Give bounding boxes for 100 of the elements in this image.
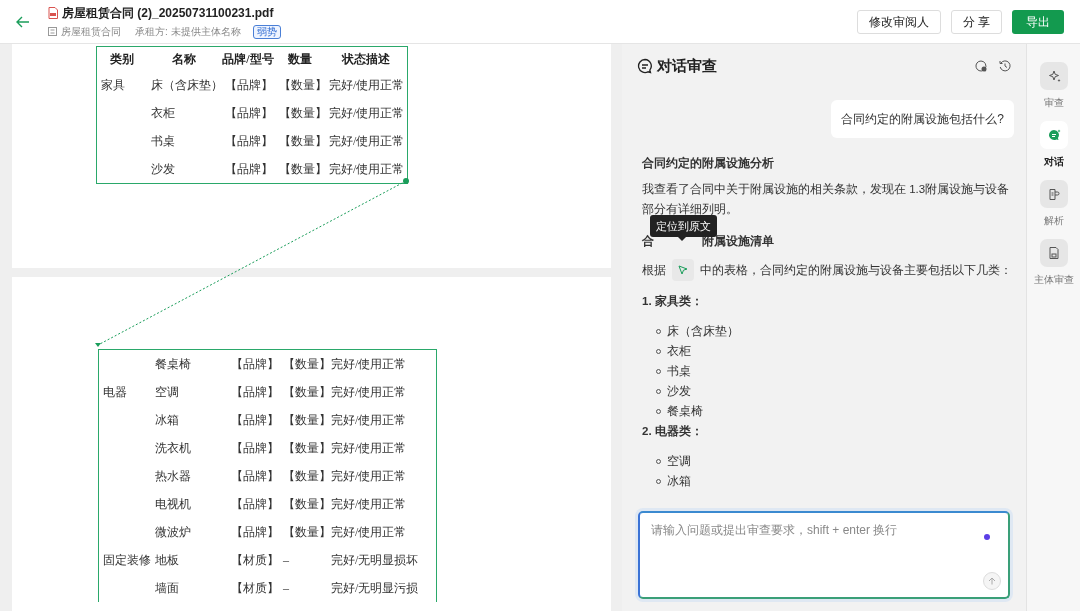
table-cell: 电视机 bbox=[155, 497, 191, 511]
table-cell: 【品牌】 bbox=[225, 106, 273, 120]
table-cell: 完好/无明显污损 bbox=[331, 581, 419, 595]
table-cell: 完好/使用正常 bbox=[331, 357, 407, 371]
rail-tab[interactable]: 主体审查 bbox=[1033, 239, 1074, 287]
table-cell: 【数量】 bbox=[279, 106, 327, 120]
column-header: 名称 bbox=[171, 51, 197, 68]
answer-heading: 合同约定的附属设施分析 bbox=[642, 155, 775, 171]
rail-tab-label: 审查 bbox=[1043, 96, 1064, 110]
table-cell: 冰箱 bbox=[155, 413, 179, 427]
rail-tab-label: 对话 bbox=[1043, 155, 1064, 169]
table-cell: 【数量】 bbox=[279, 134, 327, 148]
answer-text: 根据 bbox=[642, 263, 666, 278]
table-cell: – bbox=[283, 553, 289, 567]
table-cell: 床（含床垫） bbox=[151, 78, 223, 92]
rail-tab-label: 解析 bbox=[1043, 214, 1064, 228]
answer-paragraph: 我查看了合同中关于附属设施的相关条款，发现在 1.3附属设施与设备部分有详细列明。 bbox=[642, 182, 1011, 217]
table-cell: 电器 bbox=[103, 385, 127, 399]
rail-tab[interactable]: 解析 bbox=[1039, 180, 1068, 228]
list-item: 餐桌椅 bbox=[667, 404, 703, 419]
table-cell: 【数量】 bbox=[283, 525, 331, 539]
table-cell: 【品牌】 bbox=[231, 525, 279, 539]
locate-source-button[interactable] bbox=[672, 259, 694, 281]
table-cell: 【品牌】 bbox=[231, 413, 279, 427]
table-cell: 完好/使用正常 bbox=[331, 385, 407, 399]
table-cell: 完好/无明显损坏 bbox=[331, 553, 419, 567]
document-type: 房屋租赁合同 bbox=[61, 25, 121, 39]
table-cell: 墙面 bbox=[155, 581, 179, 595]
table-cell: 完好/使用正常 bbox=[331, 469, 407, 483]
document-title: 房屋租赁合同 (2)_20250731100231.pdf bbox=[62, 5, 274, 22]
table-cell: 【品牌】 bbox=[225, 162, 273, 176]
table-cell: 地板 bbox=[155, 553, 179, 567]
history-icon[interactable] bbox=[999, 60, 1011, 72]
answer-heading: 合 bbox=[642, 234, 654, 249]
table-cell: 【数量】 bbox=[283, 357, 331, 371]
status-badge: 弱势 bbox=[252, 24, 281, 39]
column-header: 状态描述 bbox=[340, 51, 391, 68]
table-cell: 【数量】 bbox=[283, 469, 331, 483]
back-icon[interactable] bbox=[16, 15, 30, 28]
tooltip: 定位到原文 bbox=[650, 215, 717, 237]
table-cell: 家具 bbox=[101, 78, 125, 92]
rail-tab[interactable]: 审查 bbox=[1039, 62, 1068, 110]
table-cell: 完好/使用正常 bbox=[331, 441, 407, 455]
table-cell: 【数量】 bbox=[279, 162, 327, 176]
table-cell: 【数量】 bbox=[283, 441, 331, 455]
answer-text: 中的表格，合同约定的附属设施与设备主要包括以下几类： bbox=[700, 263, 1012, 278]
table-cell: 洗衣机 bbox=[155, 441, 191, 455]
table-cell: 【数量】 bbox=[279, 78, 327, 92]
sparkle-icon bbox=[1046, 69, 1061, 83]
export-button[interactable]: 导出 bbox=[1012, 9, 1064, 34]
column-header: 品牌/型号 bbox=[221, 51, 275, 68]
list-item: 书桌 bbox=[667, 364, 691, 379]
table-cell: 完好/使用正常 bbox=[331, 525, 407, 539]
table-cell: 完好/使用正常 bbox=[329, 78, 405, 92]
list-heading: 2. 电器类： bbox=[642, 424, 704, 439]
file-icon bbox=[1046, 246, 1061, 260]
table-cell: 【品牌】 bbox=[225, 134, 273, 148]
table-cell: 完好/使用正常 bbox=[329, 162, 405, 176]
table-cell: 热水器 bbox=[155, 469, 191, 483]
document-icon bbox=[1046, 187, 1061, 201]
table-cell: 【数量】 bbox=[283, 497, 331, 511]
rail-tab-label: 主体审查 bbox=[1033, 273, 1074, 287]
table-cell: 【材质】 bbox=[231, 581, 279, 595]
pdf-file-icon bbox=[48, 7, 58, 19]
table-cell: 【品牌】 bbox=[231, 469, 279, 483]
table-cell: 衣柜 bbox=[151, 106, 175, 120]
column-header: 数量 bbox=[287, 51, 313, 68]
table-cell: 固定装修 bbox=[103, 553, 151, 567]
party-label: 承租方: 未提供主体名称 bbox=[135, 25, 241, 39]
table-cell: – bbox=[283, 581, 289, 595]
list-heading: 1. 家具类： bbox=[642, 293, 704, 309]
list-item: 冰箱 bbox=[667, 474, 691, 489]
table-cell: 书桌 bbox=[151, 134, 175, 148]
table-cell: 餐桌椅 bbox=[155, 357, 191, 371]
table-cell: 完好/使用正常 bbox=[329, 134, 405, 148]
table-cell: 【数量】 bbox=[283, 385, 331, 399]
chat-input[interactable]: 请输入问题或提出审查要求，shift + enter 换行 bbox=[638, 511, 1010, 599]
table-cell: 【数量】 bbox=[283, 413, 331, 427]
user-message: 合同约定的附属设施包括什么? bbox=[831, 100, 1014, 138]
table-cell: 完好/使用正常 bbox=[331, 497, 407, 511]
table-cell: 【品牌】 bbox=[231, 441, 279, 455]
list-item: 空调 bbox=[667, 454, 691, 469]
up-arrow-icon bbox=[988, 577, 996, 585]
panel-title: 对话审查 bbox=[657, 55, 717, 76]
toolbar-button[interactable]: 修改审阅人 bbox=[856, 9, 941, 34]
table-cell: 空调 bbox=[155, 385, 179, 399]
table-cell: 微波炉 bbox=[155, 525, 191, 539]
new-chat-icon[interactable] bbox=[975, 60, 987, 72]
table-cell: 沙发 bbox=[151, 162, 175, 176]
chat-icon bbox=[1046, 128, 1061, 142]
list-item: 沙发 bbox=[667, 384, 691, 399]
rail-tab[interactable]: 对话 bbox=[1039, 121, 1068, 169]
list-item: 床（含床垫） bbox=[667, 324, 739, 339]
toolbar-button[interactable]: 分 享 bbox=[950, 9, 1002, 34]
table-cell: 【品牌】 bbox=[231, 497, 279, 511]
document-icon bbox=[48, 27, 57, 36]
column-header: 类别 bbox=[109, 51, 135, 68]
table-cell: 【品牌】 bbox=[225, 78, 273, 92]
list-item: 衣柜 bbox=[667, 344, 691, 359]
table-cell: 【品牌】 bbox=[231, 385, 279, 399]
